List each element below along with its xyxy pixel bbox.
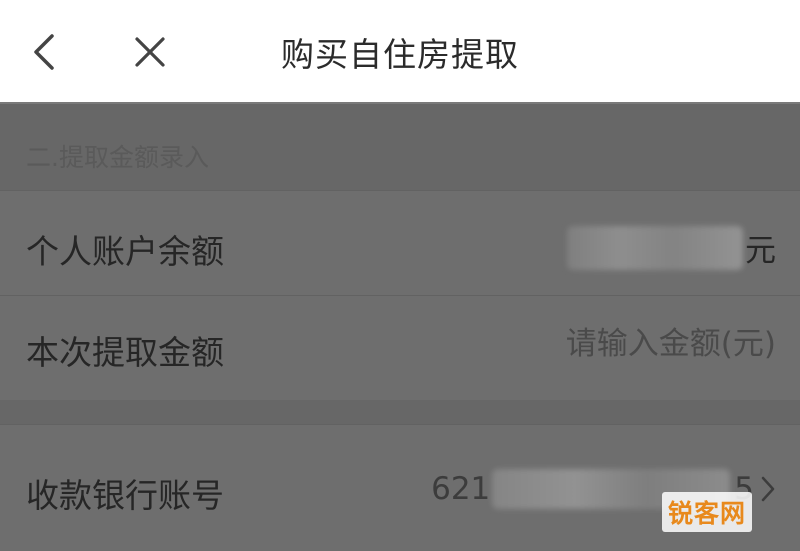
balance-unit: 元 [745,233,776,269]
top-navigation-bar: 购买自住房提取 [0,0,800,104]
page-title: 购买自住房提取 [281,35,519,74]
chevron-right-icon [761,476,775,502]
section-header: 二.提取金额录入 [0,104,800,190]
balance-value: 元 [567,225,776,270]
balance-label: 个人账户余额 [26,232,224,271]
watermark-logo: 锐客网 [661,492,752,532]
amount-label: 本次提取金额 [26,333,224,372]
form-content: 二.提取金额录入 个人账户余额 元 本次提取金额 收款银行账号 621 5 [0,104,800,551]
amount-input[interactable] [496,326,776,362]
bank-account-prefix: 621 [431,471,491,507]
section-gap [0,400,800,424]
section-title: 二.提取金额录入 [26,143,209,172]
redacted-balance [567,225,743,270]
amount-row[interactable]: 本次提取金额 [0,295,800,401]
bank-account-label: 收款银行账号 [26,476,224,515]
balance-row: 个人账户余额 元 [0,190,800,296]
